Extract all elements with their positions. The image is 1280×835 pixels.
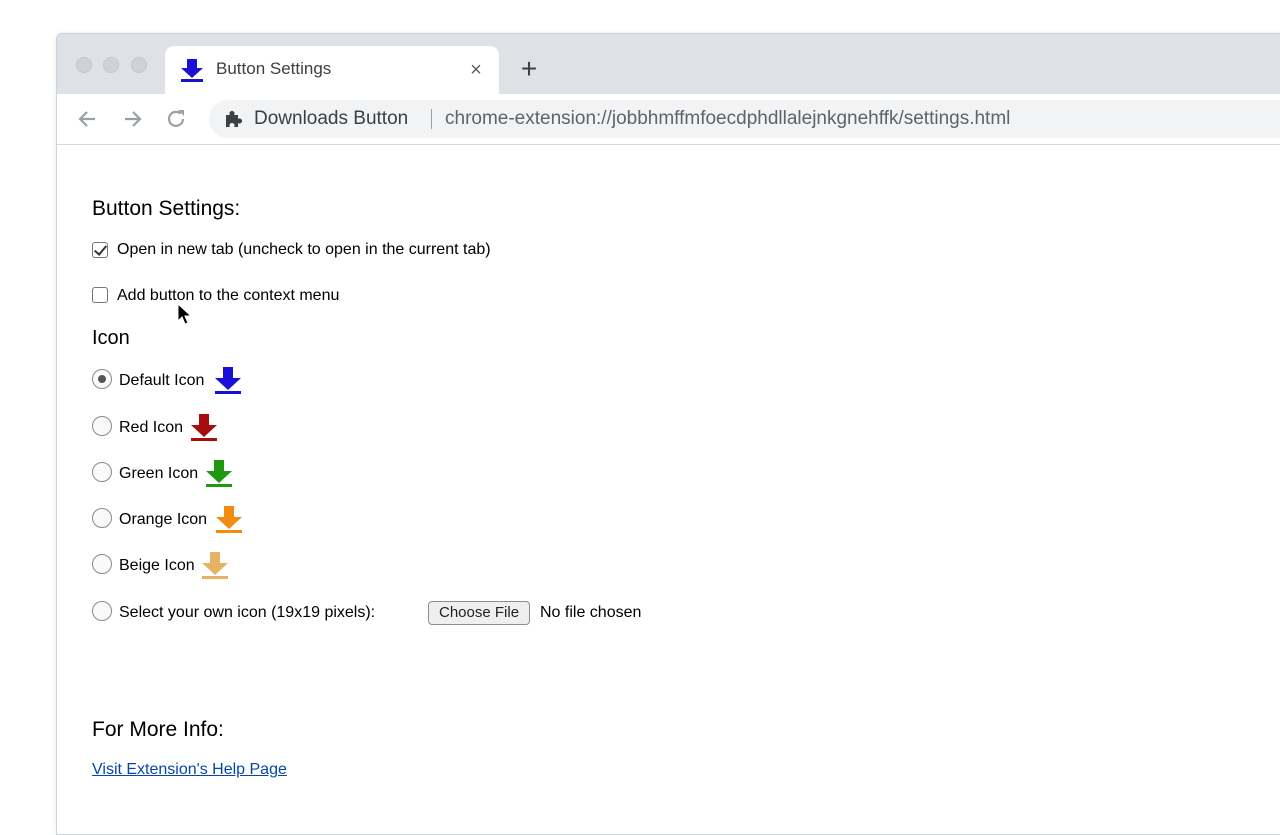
minimize-window-button[interactable] xyxy=(103,57,119,73)
forward-arrow-icon[interactable] xyxy=(119,106,145,132)
context-menu-label: Add button to the context menu xyxy=(117,287,340,304)
close-tab-icon[interactable]: × xyxy=(465,59,487,81)
more-info-heading: For More Info: xyxy=(92,718,224,741)
browser-window: Button Settings × + Downloads Button chr… xyxy=(56,33,1280,835)
beige-icon-radio[interactable] xyxy=(92,554,112,574)
default-icon-label: Default Icon xyxy=(119,372,205,389)
address-bar[interactable]: Downloads Button chrome-extension://jobb… xyxy=(209,100,1280,138)
icon-heading: Icon xyxy=(92,327,130,349)
download-arrow-icon xyxy=(181,59,203,82)
download-arrow-icon xyxy=(215,367,241,394)
orange-icon-radio[interactable] xyxy=(92,508,112,528)
puzzle-piece-icon xyxy=(226,111,242,127)
download-arrow-icon xyxy=(191,414,217,441)
download-arrow-icon xyxy=(216,506,242,533)
tab-strip: Button Settings × + xyxy=(57,34,1280,94)
url-text[interactable]: chrome-extension://jobbhmffmfoecdphdllal… xyxy=(445,108,1010,130)
open-new-tab-checkbox[interactable] xyxy=(92,242,108,258)
red-icon-label: Red Icon xyxy=(119,419,184,436)
custom-icon-radio[interactable] xyxy=(92,601,112,621)
context-menu-checkbox[interactable] xyxy=(92,287,108,303)
extension-name: Downloads Button xyxy=(254,108,409,129)
zoom-window-button[interactable] xyxy=(131,57,147,73)
open-new-tab-label: Open in new tab (uncheck to open in the … xyxy=(117,241,491,258)
help-page-link[interactable]: Visit Extension's Help Page xyxy=(92,761,287,779)
mouse-cursor-icon xyxy=(177,303,193,325)
custom-icon-label: Select your own icon (19x19 pixels): xyxy=(119,604,376,621)
close-window-button[interactable] xyxy=(76,57,92,73)
green-icon-label: Green Icon xyxy=(119,465,199,482)
file-status: No file chosen xyxy=(540,604,642,621)
button-settings-heading: Button Settings: xyxy=(92,197,241,220)
beige-icon-label: Beige Icon xyxy=(119,557,195,574)
red-icon-radio[interactable] xyxy=(92,416,112,436)
address-divider xyxy=(431,109,432,129)
default-icon-radio[interactable] xyxy=(92,369,112,389)
tab-button-settings[interactable]: Button Settings × xyxy=(165,46,499,94)
page-content: Button Settings: Open in new tab (unchec… xyxy=(57,145,1280,834)
tab-title: Button Settings xyxy=(216,59,332,78)
download-arrow-icon xyxy=(202,552,228,579)
orange-icon-label: Orange Icon xyxy=(119,511,208,528)
back-arrow-icon[interactable] xyxy=(75,106,101,132)
choose-file-button[interactable]: Choose File xyxy=(428,601,531,625)
reload-icon[interactable] xyxy=(163,106,189,132)
new-tab-button[interactable]: + xyxy=(515,55,543,84)
download-arrow-icon xyxy=(206,460,232,487)
toolbar: Downloads Button chrome-extension://jobb… xyxy=(57,94,1280,145)
green-icon-radio[interactable] xyxy=(92,462,112,482)
